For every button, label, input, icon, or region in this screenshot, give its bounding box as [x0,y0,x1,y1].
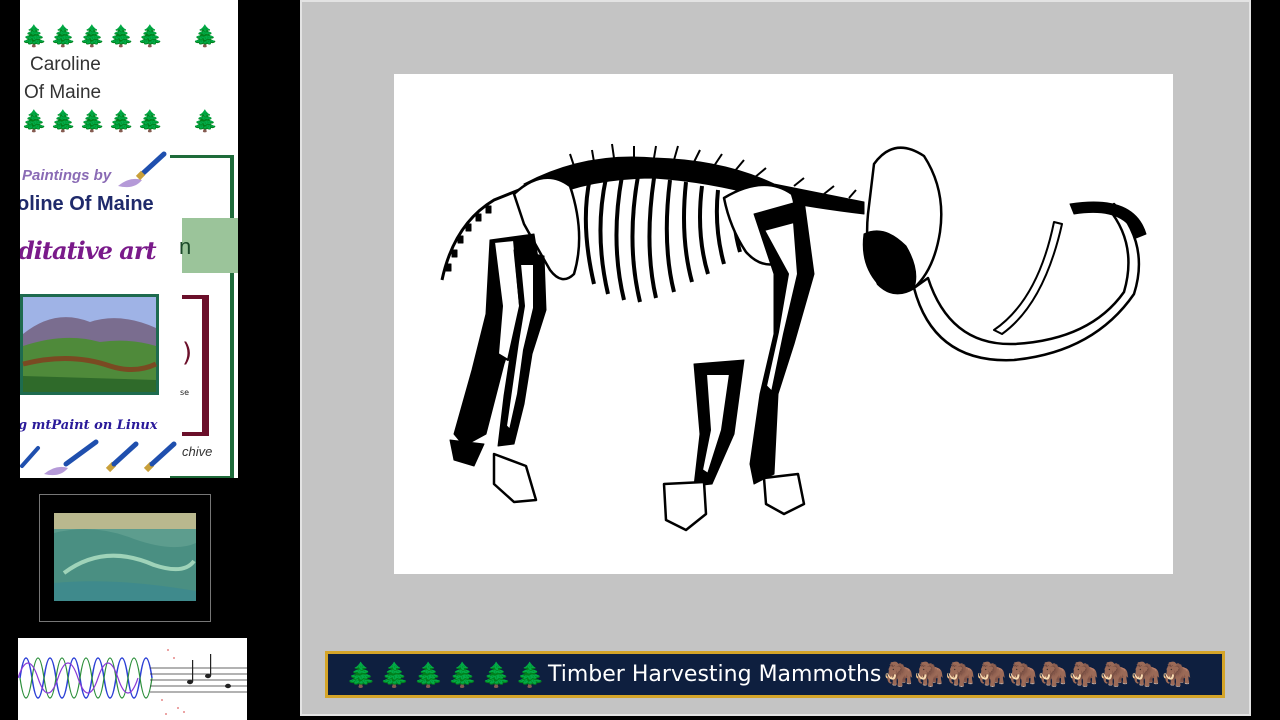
tree-icon: 🌲 [108,109,135,133]
tree-icon: 🌲 [79,24,106,48]
maroon-caption: se [180,388,190,397]
tagline-text: ditative art [20,236,157,265]
tree-row-bottom: 🌲 🌲 🌲 🌲 🌲 🌲 [20,109,220,135]
tree-icon: 🌲 [50,109,77,133]
paintbrush-icon [44,439,99,476]
paintings-by-label: Paintings by [22,167,112,184]
artist-name-heading: oline Of Maine [20,193,154,215]
slide-caption-title: Timber Harvesting Mammoths [548,662,882,687]
mtpaint-label: g mtPaint on Linux [20,418,158,433]
tree-icons: 🌲🌲🌲🌲🌲🌲 [346,661,550,689]
tree-icon: 🌲 [192,109,219,133]
tree-icon: 🌲 [21,109,48,133]
slide-caption-banner: 🌲🌲🌲🌲🌲🌲 Timber Harvesting Mammoths 🦣🦣🦣🦣🦣🦣… [325,651,1225,698]
tree-icon: 🌲 [21,24,48,48]
artist-name-line-1: Caroline [30,54,101,75]
tree-icon: 🌲 [79,109,106,133]
tree-icon: 🌲 [50,24,77,48]
tree-icon: 🌲 [192,24,219,48]
abstract-painting-thumbnail[interactable] [54,513,196,601]
maroon-glyph: ) [182,338,193,368]
artist-name-line-2: Of Maine [24,82,102,103]
paintbrush-icon [20,446,40,468]
paintbrush-icon [143,441,177,473]
tree-icon: 🌲 [137,109,164,133]
tree-icon: 🌲 [108,24,135,48]
archive-link[interactable]: chive [182,444,212,459]
mammoth-skeleton-illustration [440,143,1147,532]
tree-row-top: 🌲 🌲 🌲 🌲 🌲 🌲 [20,24,220,50]
blog-sidebar-panel: 🌲 🌲 🌲 🌲 🌲 🌲 Caroline Of Maine 🌲 🌲 🌲 🌲 🌲 🌲 n ) se c… [20,0,238,478]
landscape-painting-thumbnail[interactable] [20,294,159,395]
paintbrush-row [20,439,177,476]
green-banner-letter: n [179,234,192,259]
paintbrush-icon [118,151,167,188]
paintbrush-icon [105,441,139,473]
mammoth-icons: 🦣🦣🦣🦣🦣🦣🦣🦣🦣🦣 [884,660,1193,688]
tree-icon: 🌲 [137,24,164,48]
waveform-sheet-music-thumbnail[interactable] [18,638,247,720]
